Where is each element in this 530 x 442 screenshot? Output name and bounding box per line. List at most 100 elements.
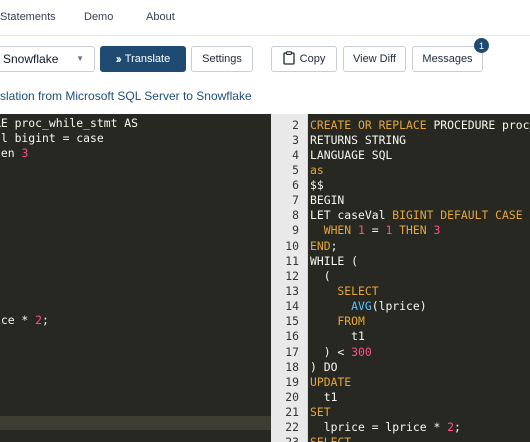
code-token: 1 (358, 223, 365, 238)
code-token: ; (42, 312, 49, 327)
nav-statements[interactable]: Statements (0, 11, 56, 23)
code-token: 2 (447, 420, 455, 435)
line-number: 14 (285, 299, 299, 314)
line-number: 11 (285, 253, 299, 268)
code-token: SELECT (310, 435, 351, 442)
code-token: END (310, 238, 331, 253)
line-number: 7 (292, 193, 299, 208)
translate-button[interactable]: ›› Translate (100, 46, 186, 72)
line-number: 19 (285, 374, 299, 389)
code-line: ( (310, 269, 530, 284)
line-number-gutter: 234567891011121314151617181920212223 (271, 114, 308, 442)
code-line: t1 (310, 329, 530, 344)
target-dialect-value: Snowflake (3, 52, 59, 66)
line-number: 10 (285, 238, 299, 253)
line-number: 13 (285, 284, 299, 299)
code-token: lprice = lprice * (310, 420, 448, 435)
line-number: 16 (285, 329, 299, 344)
line-number: 6 (292, 178, 299, 193)
code-token: RETURNS STRING (310, 132, 407, 147)
code-token: LET caseVal (310, 208, 393, 223)
code-token: BIGINT DEFAULT CASE (392, 208, 523, 223)
code-token: THEN (392, 223, 434, 238)
code-line: FROM (310, 314, 530, 329)
toolbar: Snowflake ▼ ›› Translate Settings Copy V… (0, 36, 530, 84)
line-number: 2 (292, 117, 299, 132)
messages-count-badge: 1 (474, 38, 489, 53)
nav-demo[interactable]: Demo (84, 11, 113, 23)
line-number: 21 (285, 405, 299, 420)
target-dialect-select[interactable]: Snowflake ▼ (0, 46, 95, 72)
code-token: ( (310, 268, 331, 283)
code-token: hen (0, 146, 15, 161)
line-number: 4 (292, 147, 299, 162)
translated-code-editor[interactable]: 234567891011121314151617181920212223 CRE… (271, 114, 530, 442)
code-token: 3 (433, 223, 441, 238)
code-line: hen 3 (0, 146, 138, 161)
line-number: 8 (292, 208, 299, 223)
line-number: 5 (292, 162, 299, 177)
code-token: WHEN (310, 223, 359, 238)
messages-button[interactable]: Messages (412, 46, 483, 72)
code-line: SET (310, 405, 530, 420)
code-token: LANGUAGE SQL (310, 147, 393, 162)
translated-code-lines: CREATE OR REPLACE PROCEDURE proc_ RETURNS… (310, 118, 530, 442)
code-line: BEGIN (310, 193, 530, 208)
code-line: ) < 300 (310, 345, 530, 360)
line-number: 18 (285, 359, 299, 374)
code-token: 3 (21, 146, 29, 161)
code-line: WHILE ( (310, 254, 530, 269)
code-line: t1 (310, 390, 530, 405)
code-token: WHILE ( (310, 253, 359, 268)
code-line: $$ (310, 178, 530, 193)
nav-about[interactable]: About (146, 11, 175, 23)
code-token: ice * (0, 312, 29, 327)
line-number: 9 (292, 223, 299, 238)
code-token: = (364, 223, 386, 238)
view-diff-button[interactable]: View Diff (343, 46, 406, 72)
code-line: AVG(lprice) (310, 299, 530, 314)
code-token: ) < (310, 344, 352, 359)
code-token: CREATE OR REPLACE (310, 117, 427, 132)
code-token: RE proc_while_stmt AS (0, 116, 139, 130)
top-nav: Statements Demo About (0, 0, 530, 36)
code-token: ) (0, 192, 1, 206)
settings-button[interactable]: Settings (191, 46, 253, 72)
copy-button[interactable]: Copy (271, 46, 337, 72)
view-diff-label: View Diff (352, 53, 396, 65)
code-line: lprice = lprice * 2; (310, 420, 530, 435)
line-number: 22 (285, 420, 299, 435)
code-line: SELECT (310, 435, 530, 442)
code-token: BEGIN (310, 193, 345, 208)
messages-label: Messages (422, 53, 473, 65)
source-code-editor[interactable]: RE proc_while_stmt ASal bigint = casehen… (0, 114, 271, 442)
code-token: 2 (35, 312, 43, 327)
code-line: ice * 2; (0, 313, 138, 328)
copy-label: Copy (299, 53, 326, 65)
code-line: al bigint = case (0, 131, 138, 146)
code-line: LET caseVal BIGINT DEFAULT CASE (310, 208, 530, 223)
line-numbers: 234567891011121314151617181920212223 (271, 118, 299, 442)
code-token: t1 (310, 329, 365, 344)
translation-subtitle: slation from Microsoft SQL Server to Sno… (0, 89, 252, 103)
code-line: WHEN 1 = 1 THEN 3 (310, 223, 530, 238)
code-line: RE proc_while_stmt AS (0, 116, 138, 131)
line-number: 15 (285, 314, 299, 329)
code-token: as (310, 162, 324, 177)
code-token: ; (330, 238, 338, 253)
code-line: as (310, 163, 530, 178)
code-token: t1 (310, 390, 338, 405)
code-token: PROCEDURE proc_ (426, 117, 530, 132)
